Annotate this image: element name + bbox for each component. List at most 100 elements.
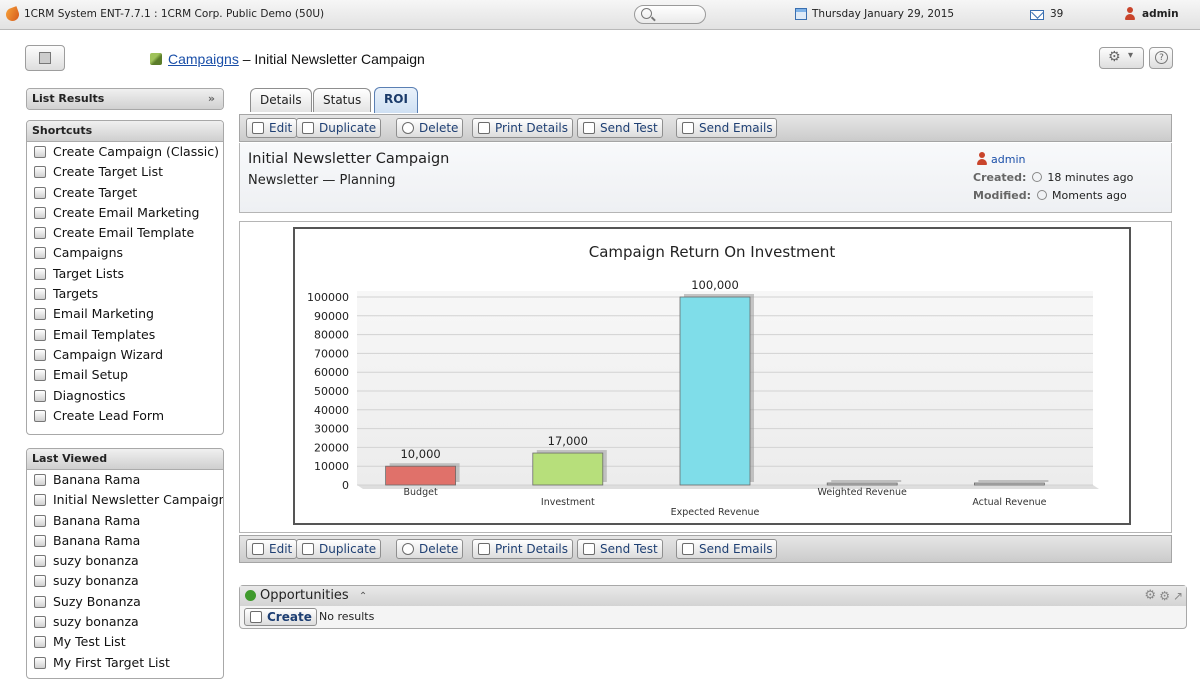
record-title: Initial Newsletter Campaign [254,51,425,67]
bar [679,296,751,486]
settings-menu-button[interactable]: ⚙ ▾ [1099,47,1144,69]
shortcut-item[interactable]: Create Campaign (Classic) [27,142,223,162]
last-viewed-item-label: suzy bonanza [53,573,139,589]
envelope-icon [583,122,595,134]
shortcut-item[interactable]: Campaigns [27,243,223,263]
opportunities-subpanel: Opportunities ⌃ ⚙ ⚙ ↗ Create No results [239,585,1187,629]
sidebar-toggle-button[interactable] [25,45,65,71]
current-date[interactable]: Thursday January 29, 2015 [812,8,954,20]
shortcut-item[interactable]: Create Lead Form [27,406,223,426]
roi-chart-panel: Campaign Return On Investment 100000 9000… [239,221,1172,533]
last-viewed-item-label: Banana Rama [53,532,141,548]
mail-count[interactable]: 39 [1050,8,1063,20]
list-results-header[interactable]: List Results » [27,89,223,109]
assigned-user[interactable]: admin [977,151,1025,166]
send-emails-button[interactable]: Send Emails [676,539,778,559]
x-category-label: Investment [541,497,595,508]
modified-value: Moments ago [1052,189,1127,202]
duplicate-button[interactable]: Duplicate [296,539,381,559]
opportunities-header[interactable]: Opportunities ⌃ ⚙ ⚙ ↗ [240,586,1186,606]
bar-value-label: 100,000 [691,278,739,292]
shortcut-item[interactable]: Diagnostics [27,386,223,406]
shortcut-item[interactable]: Email Templates [27,325,223,345]
breadcrumb-module-link[interactable]: Campaigns [168,51,239,67]
bar-value-label: 17,000 [548,434,588,448]
y-tick-label: 100000 [307,291,349,304]
bar [974,482,1045,486]
shortcut-item-icon [34,288,46,301]
mail-icon[interactable] [1030,10,1044,20]
send-emails-button[interactable]: Send Emails [676,118,778,138]
edit-button[interactable]: Edit [246,118,298,138]
shortcut-item-label: Email Templates [53,326,156,342]
tab-details[interactable]: Details [250,88,312,112]
last-viewed-item-icon [34,656,46,669]
last-viewed-item[interactable]: suzy bonanza [27,612,223,632]
settings-icon[interactable]: ⚙ [1159,586,1170,606]
last-viewed-item-icon [34,575,46,588]
shortcut-item[interactable]: Email Setup [27,365,223,385]
print-details-button[interactable]: Print Details [472,539,573,559]
user-menu[interactable]: admin [1142,8,1179,20]
tab-roi[interactable]: ROI [374,87,418,113]
delete-icon [402,122,414,134]
last-viewed-item-icon [34,494,46,507]
shortcut-item-icon [34,267,46,280]
last-viewed-item[interactable]: My First Target List [27,653,223,673]
shortcut-item[interactable]: Create Email Template [27,223,223,243]
shortcut-item[interactable]: Create Target List [27,162,223,182]
shortcut-item-icon [34,206,46,219]
send-test-button[interactable]: Send Test [577,118,663,138]
last-viewed-item[interactable]: suzy bonanza [27,571,223,591]
list-results-panel[interactable]: List Results » [26,88,224,110]
x-category-label: Budget [404,487,438,498]
create-opportunity-button[interactable]: Create [244,608,318,626]
shortcut-item-icon [34,369,46,382]
print-details-button[interactable]: Print Details [472,118,573,138]
delete-label: Delete [419,542,459,556]
last-viewed-item[interactable]: suzy bonanza [27,551,223,571]
popout-icon[interactable]: ↗ [1173,586,1183,606]
shortcuts-panel: Shortcuts Create Campaign (Classic) Creat… [26,120,224,435]
last-viewed-item[interactable]: Banana Rama [27,511,223,531]
expand-icon[interactable]: » [208,89,215,109]
print-icon [478,543,490,555]
last-viewed-item[interactable]: Banana Rama [27,531,223,551]
last-viewed-item[interactable]: Initial Newsletter Campaign [27,490,223,510]
tab-status[interactable]: Status [313,88,372,112]
last-viewed-item-icon [34,636,46,649]
opportunities-body: Create No results [240,606,1186,628]
shortcut-item-icon [34,409,46,422]
calendar-icon[interactable] [795,8,807,20]
shortcut-item[interactable]: Create Email Marketing [27,203,223,223]
assigned-user-name[interactable]: admin [991,153,1025,166]
shortcut-item[interactable]: Campaign Wizard [27,345,223,365]
created-info: Created: 18 minutes ago [973,171,1133,184]
edit-button[interactable]: Edit [246,539,298,559]
delete-button[interactable]: Delete [396,118,464,138]
last-viewed-item[interactable]: My Test List [27,632,223,652]
shortcut-item[interactable]: Email Marketing [27,304,223,324]
last-viewed-header: Last Viewed [27,449,223,470]
list-results-label: List Results [32,92,105,105]
send-test-button[interactable]: Send Test [577,539,663,559]
page-title: Campaigns – Initial Newsletter Campaign [150,51,425,67]
collapse-icon[interactable]: ⌃ [359,591,367,602]
global-search-input[interactable] [634,5,706,24]
user-icon [977,152,987,165]
shortcut-item[interactable]: Create Target [27,183,223,203]
shortcut-item-icon [34,227,46,240]
last-viewed-item-label: Banana Rama [53,472,141,487]
last-viewed-item[interactable]: Suzy Bonanza [27,592,223,612]
last-viewed-item[interactable]: Banana Rama [27,470,223,490]
delete-button[interactable]: Delete [396,539,464,559]
shortcut-item[interactable]: Target Lists [27,264,223,284]
duplicate-button[interactable]: Duplicate [296,118,381,138]
opportunities-title: Opportunities [260,588,349,603]
gear-icon[interactable]: ⚙ [1144,586,1156,606]
shortcut-item-label: Create Email Marketing [53,204,200,220]
shortcut-item[interactable]: Targets [27,284,223,304]
create-icon [250,611,262,623]
help-button[interactable]: ? [1149,47,1173,69]
shortcut-item-label: Email Setup [53,367,129,383]
